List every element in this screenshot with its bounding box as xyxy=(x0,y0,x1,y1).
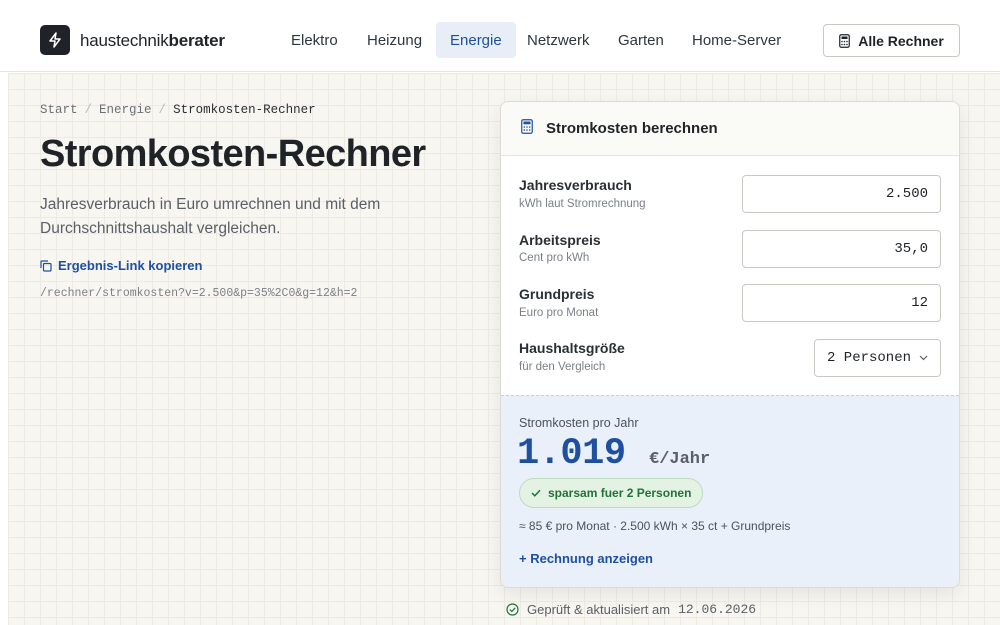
result-value: 1.019 xyxy=(517,433,626,475)
base-price-input[interactable] xyxy=(742,284,941,322)
lightning-icon xyxy=(49,32,61,48)
result-panel: Stromkosten pro Jahr 1.019 €/Jahr sparsa… xyxy=(501,395,959,587)
brand-regular: haustechnik xyxy=(80,31,169,50)
nav-item-heizung[interactable]: Heizung xyxy=(353,22,436,58)
breadcrumb-current: Stromkosten-Rechner xyxy=(173,103,316,117)
verified-date: 12.06.2026 xyxy=(678,602,757,617)
comparison-badge-label: sparsam fuer 2 Personen xyxy=(548,486,692,500)
consumption-input[interactable] xyxy=(742,175,941,213)
check-icon xyxy=(531,489,541,497)
calculator-icon xyxy=(839,33,851,48)
show-calculation-toggle[interactable]: + Rechnung anzeigen xyxy=(519,551,653,566)
result-formula: ≈ 85 € pro Monat · 2.500 kWh × 35 ct + G… xyxy=(519,519,791,533)
breadcrumb: Start / Energie / Stromkosten-Rechner xyxy=(40,103,316,117)
result-label: Stromkosten pro Jahr xyxy=(519,416,639,430)
breadcrumb-separator: / xyxy=(84,103,93,117)
field-label-base-price: Grundpreis xyxy=(519,286,595,302)
field-hint-base-price: Euro pro Monat xyxy=(519,307,599,319)
copy-result-link[interactable]: Ergebnis-Link kopieren xyxy=(40,258,202,273)
site-header: haustechnikberater Elektro Heizung Energ… xyxy=(0,0,1000,72)
result-unit: €/Jahr xyxy=(649,450,711,469)
calculator-header: Stromkosten berechnen xyxy=(501,102,959,156)
brand-name[interactable]: haustechnikberater xyxy=(80,31,225,51)
page-title: Stromkosten-Rechner xyxy=(40,133,426,175)
result-url: /rechner/stromkosten?v=2.500&p=35%2C0&g=… xyxy=(40,287,358,300)
field-hint-household: für den Vergleich xyxy=(519,361,606,373)
calculator-card: Stromkosten berechnen Jahresverbrauch kW… xyxy=(500,101,960,588)
breadcrumb-separator: / xyxy=(158,103,167,117)
all-calculators-button[interactable]: Alle Rechner xyxy=(823,24,960,57)
chevron-down-icon xyxy=(919,355,928,361)
nav-item-elektro[interactable]: Elektro xyxy=(277,22,352,58)
nav-item-netzwerk[interactable]: Netzwerk xyxy=(513,22,604,58)
comparison-badge: sparsam fuer 2 Personen xyxy=(519,478,704,508)
logo[interactable] xyxy=(40,25,70,55)
nav-item-garten[interactable]: Garten xyxy=(604,22,678,58)
breadcrumb-energie[interactable]: Energie xyxy=(99,103,152,117)
field-label-consumption: Jahresverbrauch xyxy=(519,177,632,193)
page-lead: Jahresverbrauch in Euro umrechnen und mi… xyxy=(40,196,381,237)
verified-text: Geprüft & aktualisiert am xyxy=(527,602,671,617)
nav-item-home-server[interactable]: Home-Server xyxy=(678,22,795,58)
check-circle-icon xyxy=(506,603,519,616)
household-select-value: 2 Personen xyxy=(827,350,912,366)
field-hint-consumption: kWh laut Stromrechnung xyxy=(519,198,646,210)
field-label-energy-price: Arbeitspreis xyxy=(519,232,601,248)
calculator-icon xyxy=(521,119,533,134)
breadcrumb-start[interactable]: Start xyxy=(40,103,78,117)
household-select[interactable]: 2 Personen xyxy=(814,339,941,377)
copy-result-link-label: Ergebnis-Link kopieren xyxy=(58,258,203,273)
nav-item-energie[interactable]: Energie xyxy=(436,22,516,58)
brand-bold: berater xyxy=(168,31,225,50)
field-hint-energy-price: Cent pro kWh xyxy=(519,252,590,264)
all-calculators-label: Alle Rechner xyxy=(858,32,944,49)
calculator-title: Stromkosten berechnen xyxy=(546,120,718,137)
energy-price-input[interactable] xyxy=(742,230,941,268)
copy-icon xyxy=(40,259,52,272)
field-label-household: Haushaltsgröße xyxy=(519,340,625,356)
verified-note: Geprüft & aktualisiert am 12.06.2026 xyxy=(506,602,756,617)
